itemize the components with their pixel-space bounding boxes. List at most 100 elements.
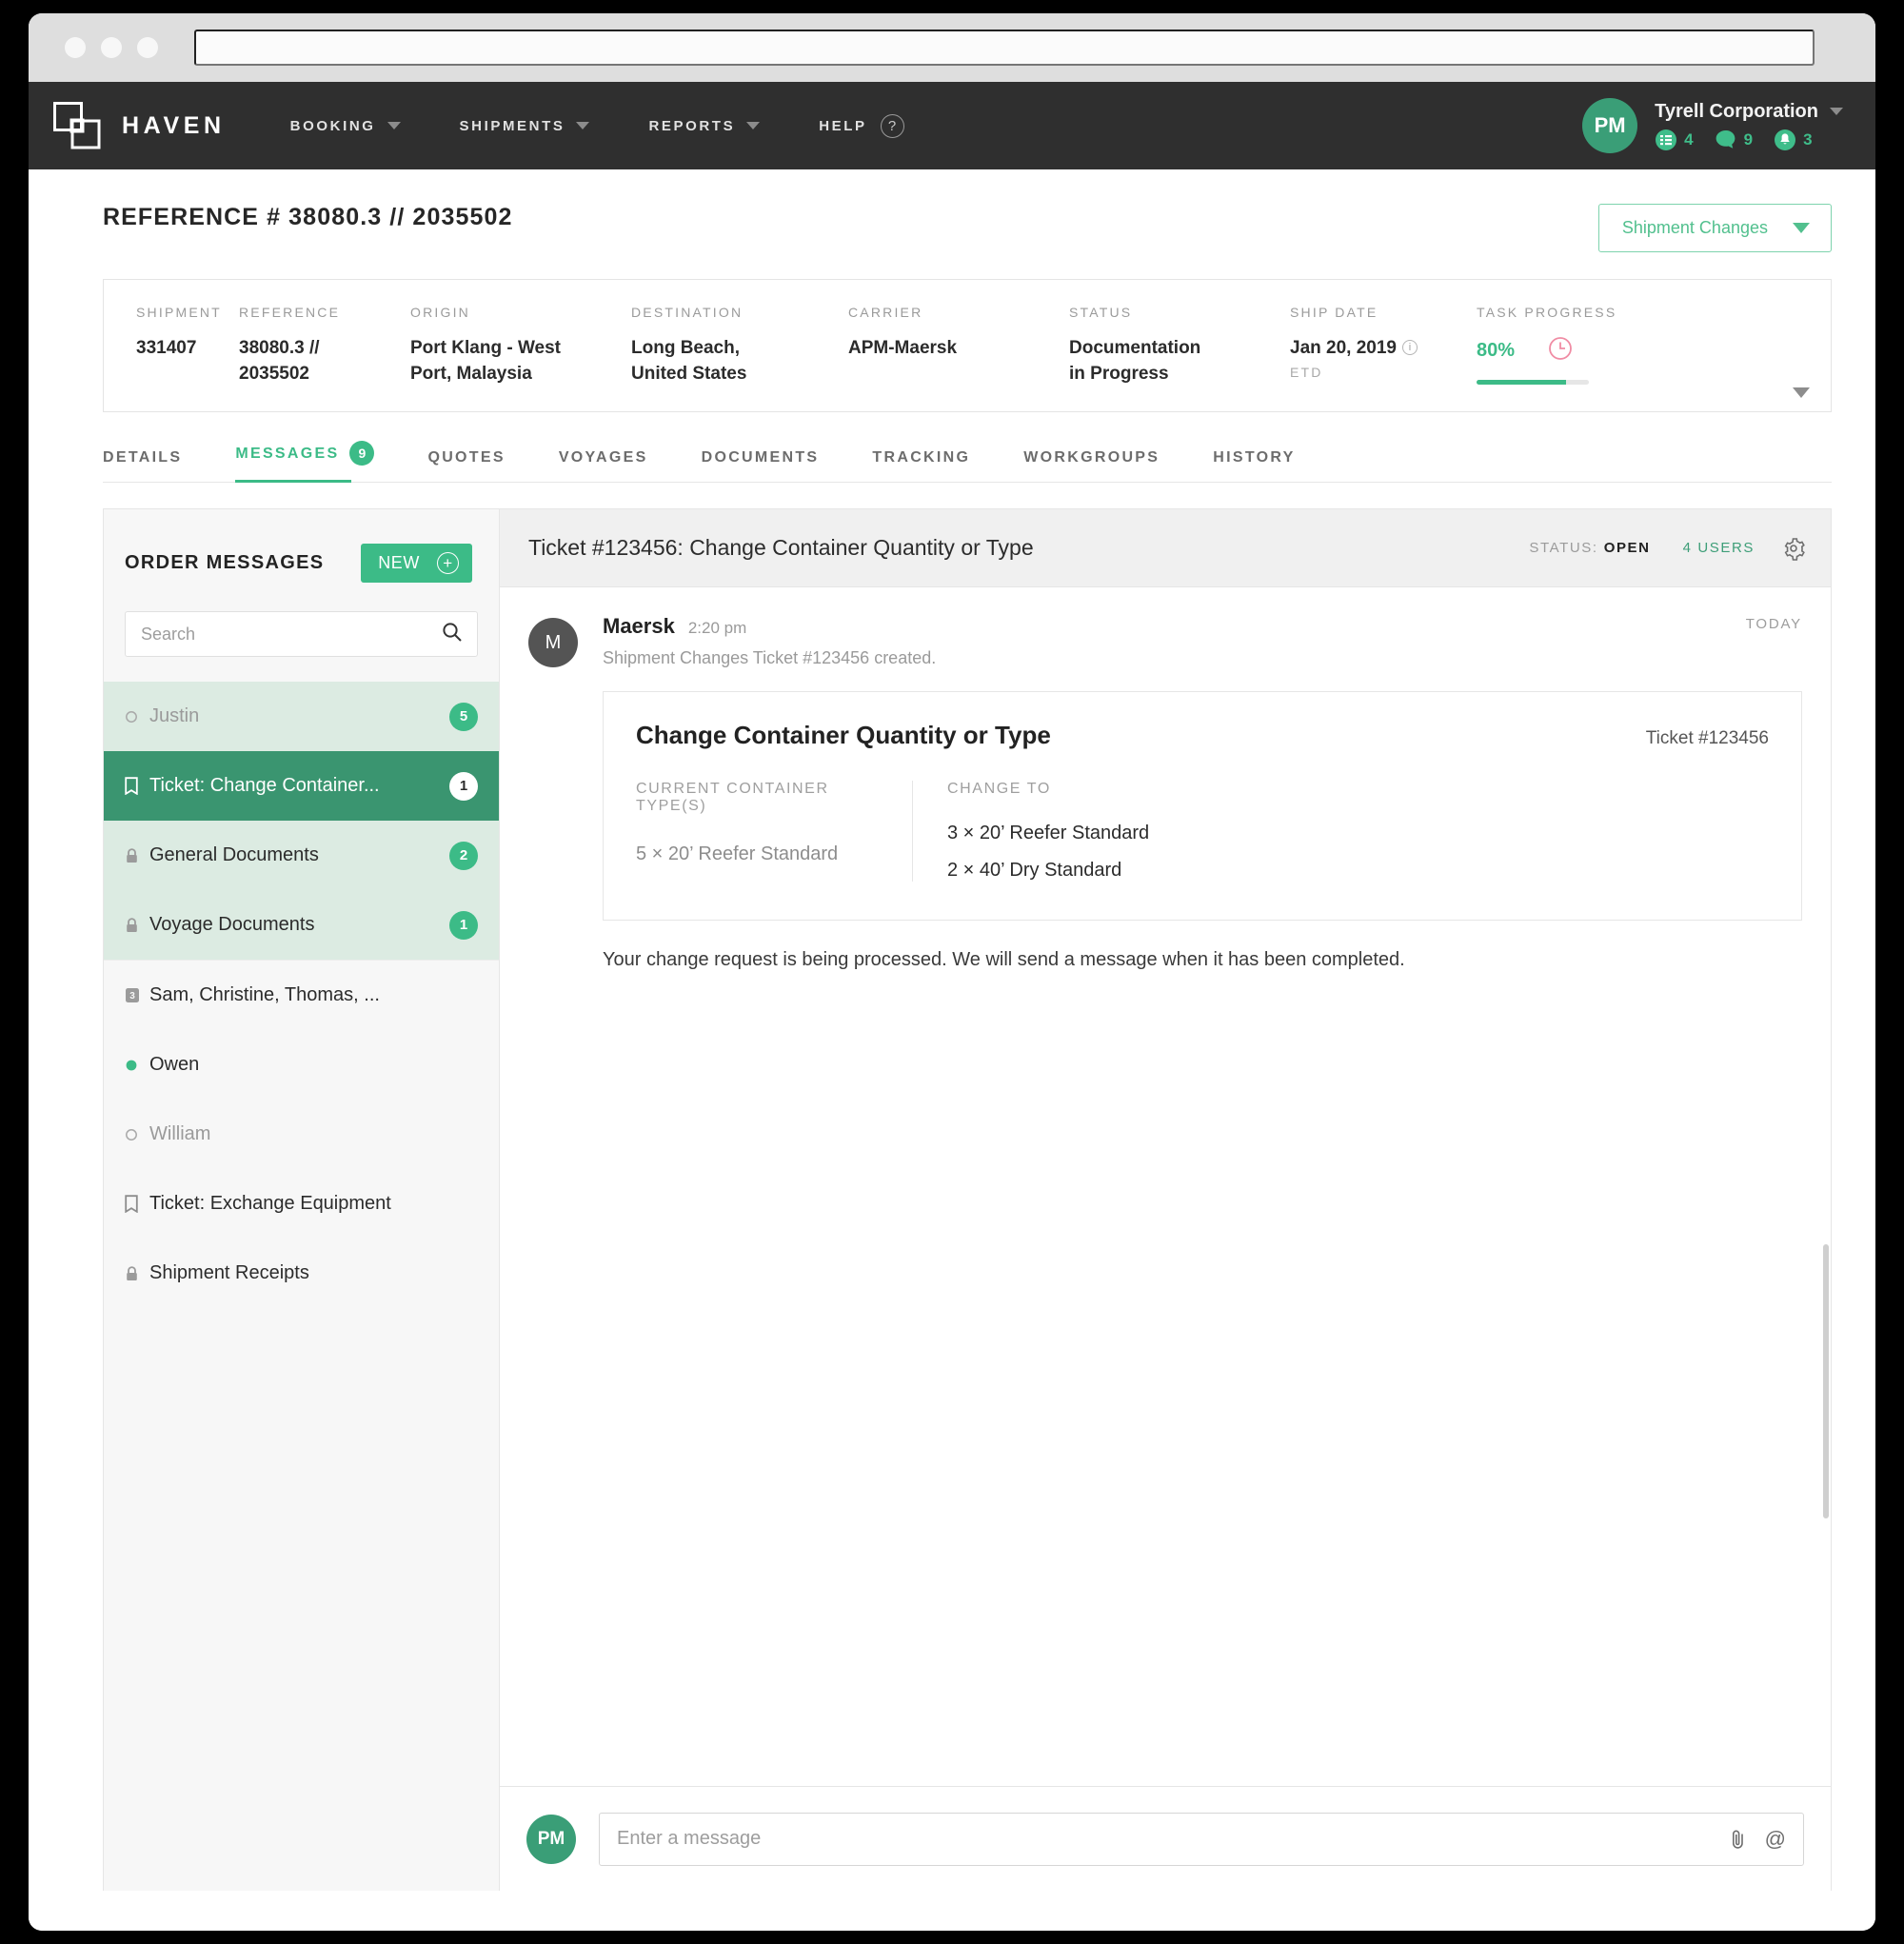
window-maximize-button[interactable] [137, 37, 158, 58]
new-message-button[interactable]: NEW + [361, 544, 472, 583]
tab-messages[interactable]: MESSAGES 9 [235, 441, 375, 483]
users-count-link[interactable]: 4 USERS [1683, 540, 1755, 556]
summary-label: DESTINATION [631, 305, 744, 320]
search-input[interactable] [141, 624, 441, 645]
summary-value: 331407 [136, 338, 197, 358]
tab-documents[interactable]: DOCUMENTS [702, 449, 820, 482]
summary-label: SHIPMENT [136, 305, 222, 320]
ticket-card-change-column: CHANGE TO 3 × 20’ Reefer Standard 2 × 40… [912, 781, 1769, 882]
thread-list-item[interactable]: Ticket: Change Container... 1 [104, 751, 499, 821]
column-value: 5 × 20’ Reefer Standard [636, 843, 839, 864]
nav-item-shipments[interactable]: SHIPMENTS [460, 118, 590, 134]
tasks-list-icon [1655, 129, 1684, 151]
bell-icon [1774, 129, 1803, 151]
badge-count: 4 [1684, 129, 1694, 149]
progress-percent: 80% [1477, 340, 1516, 361]
nav-label: SHIPMENTS [459, 117, 565, 134]
thread-label: Ticket: Exchange Equipment [149, 1193, 391, 1214]
thread-list-item[interactable]: Shipment Receipts [104, 1239, 499, 1308]
summary-origin: ORIGIN Port Klang - West Port, Malaysia [410, 305, 631, 387]
thread-list-item[interactable]: General Documents 2 [104, 821, 499, 890]
conversation-body: TODAY M Maersk 2:20 pm Shipment Changes … [500, 587, 1831, 1786]
ticket-card: Change Container Quantity or Type Ticket… [603, 691, 1802, 921]
tab-quotes[interactable]: QUOTES [427, 449, 505, 482]
summary-shipment: SHIPMENT 331407 [136, 305, 239, 387]
sidebar-title: ORDER MESSAGES [125, 552, 325, 573]
window-close-button[interactable] [65, 37, 86, 58]
column-value: 3 × 20’ Reefer Standard [947, 823, 1150, 843]
user-menu[interactable]: PM Tyrell Corporation 4 9 3 [1582, 82, 1843, 169]
avatar: PM [1582, 98, 1638, 153]
ticket-card-current-column: CURRENT CONTAINER TYPE(S) 5 × 20’ Reefer… [636, 781, 912, 882]
circle-outline-icon [125, 710, 149, 724]
tab-workgroups[interactable]: WORKGROUPS [1023, 449, 1160, 482]
clock-icon [1547, 335, 1574, 367]
unread-count-badge: 2 [449, 841, 478, 870]
tab-tracking[interactable]: TRACKING [872, 449, 970, 482]
status-badge: OPEN [1603, 540, 1651, 556]
chevron-down-icon [746, 122, 761, 129]
conversation-pane: Ticket #123456: Change Container Quantit… [500, 509, 1831, 1891]
summary-value: Long Beach, United States [631, 338, 747, 384]
column-value: 2 × 40’ Dry Standard [947, 860, 1122, 881]
paperclip-icon[interactable] [1729, 1828, 1748, 1851]
thread-label: Voyage Documents [149, 914, 315, 935]
thread-list-item[interactable]: William [104, 1100, 499, 1169]
nav-item-reports[interactable]: REPORTS [648, 118, 761, 134]
ticket-card-title: Change Container Quantity or Type [636, 721, 1051, 749]
search-icon[interactable] [441, 621, 464, 648]
window-minimize-button[interactable] [101, 37, 122, 58]
tab-history[interactable]: HISTORY [1213, 449, 1295, 482]
notification-badges: 4 9 3 [1655, 129, 1843, 151]
thread-list-item[interactable]: Ticket: Exchange Equipment [104, 1169, 499, 1239]
message-thread-list: Justin 5 Ticket: Change Container... 1 Gener… [104, 682, 499, 1308]
badge-alerts[interactable]: 3 [1774, 129, 1813, 151]
conversation-scrollbar[interactable] [1823, 1244, 1829, 1518]
summary-task-progress: TASK PROGRESS 80% [1477, 305, 1648, 387]
thread-label: Ticket: Change Container... [149, 775, 380, 796]
at-sign-icon[interactable]: @ [1765, 1827, 1786, 1852]
summary-ship-date: SHIP DATE Jan 20, 2019 i ETD [1290, 305, 1477, 387]
message-input[interactable] [617, 1828, 1712, 1850]
column-label: CURRENT CONTAINER TYPE(S) [636, 781, 829, 814]
thread-list-item[interactable]: Owen [104, 1030, 499, 1100]
badge-tasks[interactable]: 4 [1655, 129, 1694, 151]
chevron-down-icon [1793, 223, 1810, 233]
url-bar[interactable] [194, 30, 1815, 66]
thread-list-item[interactable]: 3 Sam, Christine, Thomas, ... [104, 961, 499, 1030]
message-author: Maersk [603, 614, 675, 638]
tab-voyages[interactable]: VOYAGES [559, 449, 648, 482]
info-icon[interactable]: i [1401, 340, 1418, 355]
badge-messages[interactable]: 9 [1715, 129, 1753, 151]
thread-list-item[interactable]: Voyage Documents 1 [104, 890, 499, 960]
column-label: CHANGE TO [947, 781, 1051, 797]
day-divider-label: TODAY [1745, 616, 1802, 632]
message-composer: PM @ [500, 1786, 1831, 1891]
group-3-icon: 3 [125, 987, 149, 1003]
brand-logo[interactable]: HAVEN [53, 102, 226, 149]
search-box[interactable] [125, 611, 478, 657]
message-system-text: Shipment Changes Ticket #123456 created. [603, 648, 937, 667]
message-input-wrapper[interactable]: @ [599, 1812, 1804, 1866]
browser-window: HAVEN BOOKING SHIPMENTS REPORTS HELP ? P… [29, 13, 1875, 1931]
nav-item-booking[interactable]: BOOKING [290, 118, 401, 134]
tab-details[interactable]: DETAILS [103, 449, 182, 482]
tab-label: WORKGROUPS [1023, 449, 1160, 466]
thread-label: Justin [149, 705, 200, 726]
thread-list-item[interactable]: Justin 5 [104, 682, 499, 751]
progress-bar [1477, 380, 1589, 385]
message-timestamp: 2:20 pm [687, 619, 747, 637]
nav-item-help[interactable]: HELP ? [819, 113, 904, 138]
top-navigation-bar: HAVEN BOOKING SHIPMENTS REPORTS HELP ? P… [29, 82, 1875, 169]
badge-count: 9 [1743, 129, 1754, 149]
thread-label: Shipment Receipts [149, 1262, 309, 1283]
tab-label: DETAILS [103, 449, 183, 466]
expand-summary-chevron-icon[interactable] [1793, 387, 1810, 398]
circle-filled-icon [125, 1059, 149, 1072]
tab-label: VOYAGES [558, 449, 648, 466]
shipment-changes-dropdown[interactable]: Shipment Changes [1597, 204, 1832, 252]
tab-badge: 9 [349, 441, 375, 466]
progress-bar-fill [1477, 380, 1567, 385]
gear-icon[interactable] [1781, 536, 1806, 561]
ship-date-sub: ETD [1290, 365, 1323, 380]
